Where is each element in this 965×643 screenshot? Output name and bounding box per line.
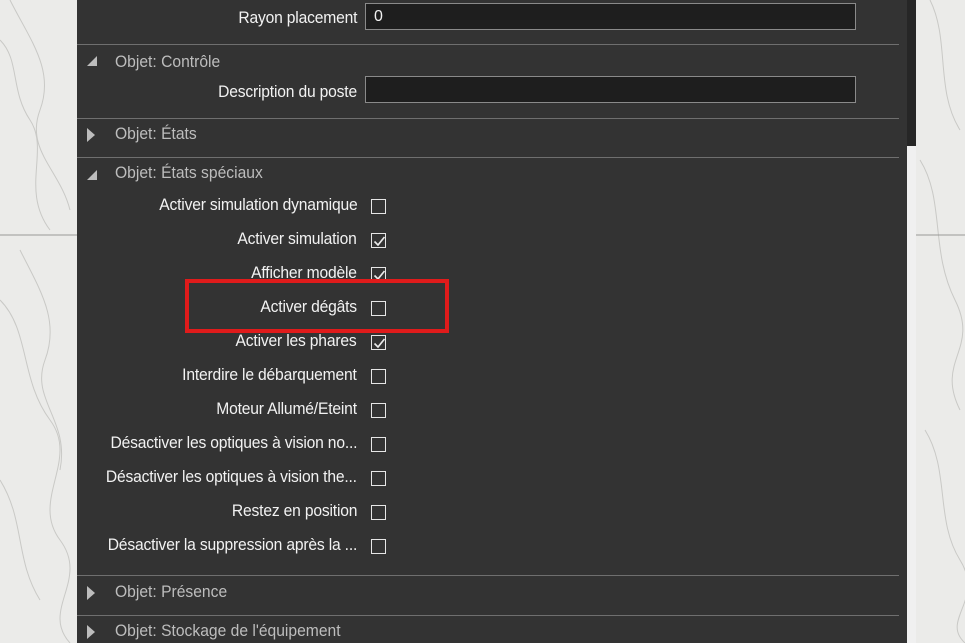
checkbox-label: Interdire le débarquement — [182, 365, 357, 384]
collapse-triangle-icon[interactable] — [87, 170, 97, 180]
expand-triangle-icon[interactable] — [87, 625, 95, 639]
checkbox-label: Moteur Allumé/Eteint — [216, 399, 357, 418]
checkbox-label: Activer les phares — [236, 331, 357, 350]
expand-triangle-icon[interactable] — [87, 586, 95, 600]
checkbox-label: Désactiver les optiques à vision no... — [110, 433, 357, 452]
divider — [77, 118, 899, 119]
checkbox[interactable] — [371, 471, 386, 486]
checkmark-icon — [373, 338, 386, 349]
checkbox[interactable] — [371, 505, 386, 520]
checkbox-label: Restez en position — [231, 501, 358, 520]
highlight-box — [185, 279, 449, 333]
checkbox-label: Désactiver la suppression après la ... — [107, 535, 358, 554]
section-title-presence[interactable]: Objet: Présence — [115, 582, 227, 602]
section-title-stockage[interactable]: Objet: Stockage de l'équipement — [115, 621, 341, 641]
section-title-etats-speciaux[interactable]: Objet: États spéciaux — [115, 163, 263, 183]
checkbox[interactable] — [371, 369, 386, 384]
divider — [77, 157, 899, 158]
checkbox-label: Activer simulation dynamique — [158, 195, 357, 214]
scrollbar-thumb[interactable] — [907, 0, 916, 146]
checkbox[interactable] — [371, 233, 386, 248]
divider — [77, 44, 899, 45]
section-title-etats[interactable]: Objet: États — [115, 124, 197, 144]
expand-triangle-icon[interactable] — [87, 128, 95, 142]
section-title-controle[interactable]: Objet: Contrôle — [115, 52, 220, 72]
divider — [77, 575, 899, 576]
checkbox[interactable] — [371, 403, 386, 418]
rayon-placement-input[interactable] — [365, 3, 856, 30]
checkbox[interactable] — [371, 437, 386, 452]
description-poste-input[interactable] — [365, 76, 856, 103]
checkbox-label: Désactiver les optiques à vision the... — [105, 467, 357, 486]
checkbox-label: Activer simulation — [237, 229, 357, 248]
checkbox[interactable] — [371, 199, 386, 214]
rayon-placement-label: Rayon placement — [238, 8, 357, 27]
checkbox[interactable] — [371, 539, 386, 554]
checkbox[interactable] — [371, 335, 386, 350]
checkmark-icon — [373, 236, 386, 247]
description-poste-label: Description du poste — [218, 82, 357, 101]
collapse-triangle-icon[interactable] — [87, 56, 97, 66]
divider — [77, 615, 899, 616]
